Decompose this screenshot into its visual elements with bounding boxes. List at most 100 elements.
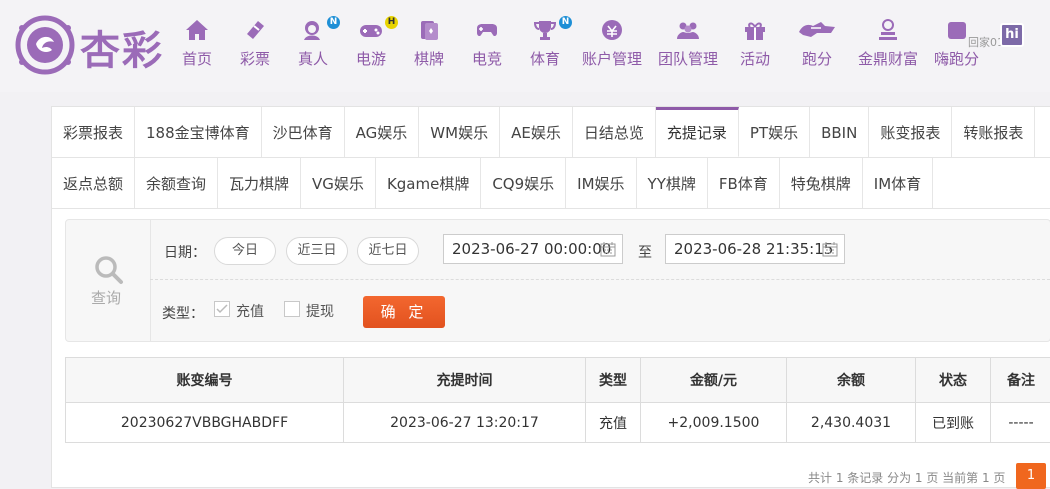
logo-emblem-icon xyxy=(14,14,76,76)
withdraw-checkbox[interactable] xyxy=(284,301,300,317)
col-balance: 余额 xyxy=(787,358,916,403)
tab-row1-10[interactable]: 账变报表 xyxy=(869,107,952,157)
brand-logo[interactable]: 杏彩 xyxy=(14,14,164,74)
end-date-input[interactable]: 2023-06-28 21:35:15 xyxy=(665,234,845,264)
nav-label: 团队管理 xyxy=(658,48,718,69)
cell-type: 充值 xyxy=(586,403,641,443)
tab-row1-1[interactable]: 188金宝博体育 xyxy=(135,107,262,157)
nav-wealth[interactable]: 金鼎财富 xyxy=(850,18,926,78)
report-tabs: 彩票报表188金宝博体育沙巴体育AG娱乐WM娱乐AE娱乐日结总览充提记录PT娱乐… xyxy=(52,107,1050,209)
col-status: 状态 xyxy=(916,358,991,403)
esports-controller-icon xyxy=(474,18,500,42)
brand-name: 杏彩 xyxy=(80,18,164,76)
tab-row2-9[interactable]: 特兔棋牌 xyxy=(780,158,863,208)
last-3-days-button[interactable]: 近三日 xyxy=(286,237,348,265)
tab-row: 彩票报表188金宝博体育沙巴体育AG娱乐WM娱乐AE娱乐日结总览充提记录PT娱乐… xyxy=(52,107,1050,158)
hot-badge: H xyxy=(385,16,398,29)
tab-row1-8[interactable]: PT娱乐 xyxy=(739,107,810,157)
lottery-icon xyxy=(242,18,268,42)
confirm-button[interactable]: 确 定 xyxy=(363,296,445,328)
nav-chess-cards[interactable]: 棋牌 xyxy=(400,18,458,78)
nav-label: 真人 xyxy=(298,48,328,69)
tab-row2-10[interactable]: IM体育 xyxy=(863,158,933,208)
account-icon xyxy=(599,18,625,42)
nav-label: 嗨跑分 xyxy=(934,48,979,69)
calendar-icon xyxy=(600,241,616,257)
tab-row2-6[interactable]: IM娱乐 xyxy=(566,158,636,208)
calendar-icon xyxy=(822,241,838,257)
nav-label: 电竞 xyxy=(472,48,502,69)
tab-row2-4[interactable]: Kgame棋牌 xyxy=(376,158,481,208)
date-label: 日期： xyxy=(164,242,206,262)
query-button[interactable]: 查询 xyxy=(66,220,151,341)
gift-icon xyxy=(742,18,768,42)
nav-live-dealer[interactable]: N 真人 xyxy=(284,18,342,78)
tab-row1-4[interactable]: WM娱乐 xyxy=(419,107,500,157)
page-1-button[interactable]: 1 xyxy=(1016,463,1046,489)
run-score-icon xyxy=(795,18,839,42)
tab-row2-1[interactable]: 余额查询 xyxy=(135,158,218,208)
watermark: 回家01 hi xyxy=(960,16,1046,50)
nav-run-score[interactable]: 跑分 xyxy=(784,18,850,78)
nav-lottery[interactable]: 彩票 xyxy=(226,18,284,78)
col-type: 类型 xyxy=(586,358,641,403)
withdraw-label: 提现 xyxy=(306,301,334,321)
team-icon xyxy=(675,18,701,42)
nav-label: 首页 xyxy=(182,48,212,69)
tab-row2-8[interactable]: FB体育 xyxy=(708,158,780,208)
live-dealer-icon xyxy=(300,18,326,42)
nav-esports[interactable]: 电竞 xyxy=(458,18,516,78)
tab-row1-0[interactable]: 彩票报表 xyxy=(52,107,135,157)
nav-label: 电游 xyxy=(356,48,386,69)
nav-sports[interactable]: N 体育 xyxy=(516,18,574,78)
nav-team[interactable]: 团队管理 xyxy=(650,18,726,78)
watermark-text: 回家01 xyxy=(968,34,1004,50)
cell-remark: ----- xyxy=(991,403,1050,443)
tab-row1-3[interactable]: AG娱乐 xyxy=(345,107,420,157)
nav-label: 跑分 xyxy=(802,48,832,69)
tab-row1-6[interactable]: 日结总览 xyxy=(573,107,656,157)
tab-row1-9[interactable]: BBIN xyxy=(810,107,869,157)
tab-row2-3[interactable]: VG娱乐 xyxy=(301,158,376,208)
cell-amount: +2,009.1500 xyxy=(641,403,787,443)
today-button[interactable]: 今日 xyxy=(214,237,276,265)
new-badge: N xyxy=(327,16,340,29)
tab-row: 返点总额余额查询瓦力棋牌VG娱乐Kgame棋牌CQ9娱乐IM娱乐YY棋牌FB体育… xyxy=(52,158,1050,209)
tab-row2-0[interactable]: 返点总额 xyxy=(52,158,135,208)
nav-slots[interactable]: H 电游 xyxy=(342,18,400,78)
col-time: 充提时间 xyxy=(344,358,586,403)
col-transaction-id: 账变编号 xyxy=(66,358,344,403)
query-label: 查询 xyxy=(91,287,121,308)
nav-label: 活动 xyxy=(740,48,770,69)
tab-row1-11[interactable]: 转账报表 xyxy=(952,107,1035,157)
nav-account[interactable]: 账户管理 xyxy=(574,18,650,78)
nav-label: 账户管理 xyxy=(582,48,642,69)
tab-row1-5[interactable]: AE娱乐 xyxy=(500,107,573,157)
tab-row1-7[interactable]: 充提记录 xyxy=(656,107,739,157)
cell-status: 已到账 xyxy=(916,403,991,443)
nav-events[interactable]: 活动 xyxy=(726,18,784,78)
nav-home[interactable]: 首页 xyxy=(168,18,226,78)
type-label: 类型： xyxy=(162,303,204,323)
nav-label: 体育 xyxy=(530,48,560,69)
start-date-input[interactable]: 2023-06-27 00:00:00 xyxy=(443,234,623,264)
tab-row2-2[interactable]: 瓦力棋牌 xyxy=(218,158,301,208)
last-7-days-button[interactable]: 近七日 xyxy=(357,237,419,265)
start-date-value: 2023-06-27 00:00:00 xyxy=(452,240,611,258)
new-badge: N xyxy=(559,16,572,29)
divider xyxy=(150,279,1050,280)
table-header-row: 账变编号 充提时间 类型 金额/元 余额 状态 备注 xyxy=(66,358,1050,403)
tab-row2-5[interactable]: CQ9娱乐 xyxy=(481,158,566,208)
nav-label: 彩票 xyxy=(240,48,270,69)
tab-row1-2[interactable]: 沙巴体育 xyxy=(262,107,345,157)
tab-row2-7[interactable]: YY棋牌 xyxy=(637,158,708,208)
deposit-label: 充值 xyxy=(236,301,264,321)
report-panel: 彩票报表188金宝博体育沙巴体育AG娱乐WM娱乐AE娱乐日结总览充提记录PT娱乐… xyxy=(51,106,1050,488)
to-label: 至 xyxy=(638,242,652,262)
table-row: 20230627VBBGHABDFF 2023-06-27 13:20:17 充… xyxy=(66,403,1050,443)
cell-transaction-id: 20230627VBBGHABDFF xyxy=(66,403,344,443)
deposit-checkbox[interactable] xyxy=(214,301,230,317)
col-remark: 备注 xyxy=(991,358,1050,403)
type-filter-row: 类型： 充值 提现 确 定 xyxy=(162,295,662,327)
cell-time: 2023-06-27 13:20:17 xyxy=(344,403,586,443)
